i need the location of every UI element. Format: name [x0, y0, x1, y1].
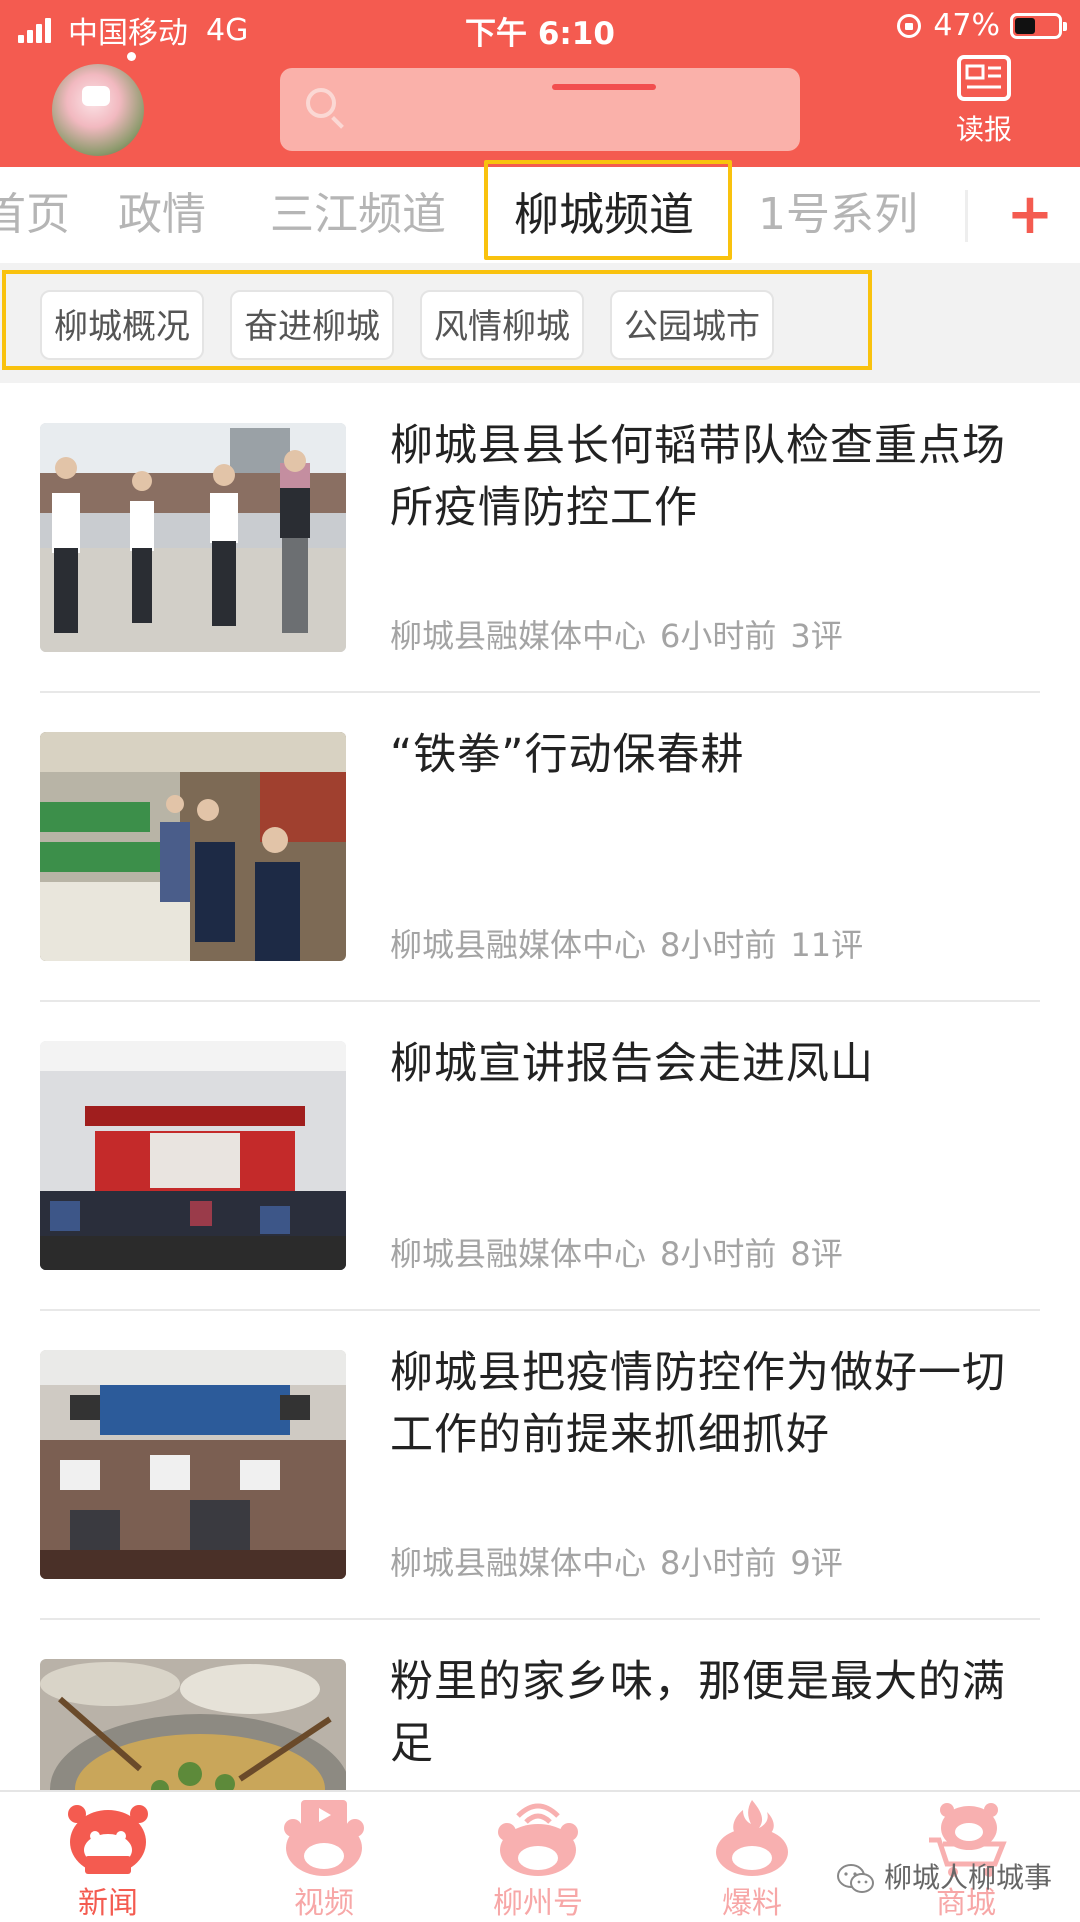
- news-time: 8小时前: [660, 926, 777, 964]
- add-channel-button[interactable]: +: [1000, 180, 1060, 250]
- news-thumbnail: [40, 1350, 346, 1579]
- app-header: 中国移动 4G 下午 6:10 47% 读报: [0, 0, 1080, 167]
- newspaper-icon: [957, 55, 1011, 101]
- news-thumbnail: [40, 732, 346, 961]
- nav-news[interactable]: 新闻: [28, 1792, 188, 1922]
- news-comments: 9评: [790, 1544, 843, 1582]
- news-time: 8小时前: [660, 1544, 777, 1582]
- tiger-fire-icon: [716, 1800, 788, 1876]
- read-newspaper-button[interactable]: 读报: [944, 52, 1024, 162]
- news-meta: 柳城县融媒体中心 8小时前 11评: [390, 920, 877, 966]
- read-label: 读报: [955, 113, 1012, 146]
- news-comments: 11评: [790, 926, 864, 964]
- wechat-watermark: 柳城人柳城事: [836, 1856, 1052, 1896]
- news-item[interactable]: 柳城县县长何韬带队检查重点场所疫情防控工作 柳城县融媒体中心 6小时前 3评: [40, 383, 1040, 692]
- avatar[interactable]: [52, 64, 144, 156]
- nav-label: 爆料: [722, 1886, 782, 1921]
- wechat-icon: [837, 1864, 874, 1893]
- active-tab-highlight-box: [484, 160, 732, 260]
- news-title: 柳城县县长何韬带队检查重点场所疫情防控工作: [390, 421, 1006, 533]
- subcategory-highlight-box: [2, 270, 872, 370]
- nav-label: 新闻: [78, 1886, 138, 1921]
- search-bar[interactable]: [280, 68, 800, 153]
- nav-liuzhou-account[interactable]: 柳州号: [458, 1792, 618, 1922]
- tab-sanjiang[interactable]: 三江频道: [270, 167, 446, 263]
- news-source: 柳城县融媒体中心: [390, 926, 647, 964]
- status-bar: 中国移动 4G 下午 6:10 47%: [0, 0, 1080, 54]
- tab-home[interactable]: 首页: [0, 167, 70, 263]
- battery-percent: 47%: [933, 8, 1000, 43]
- news-thumbnail: [40, 1041, 346, 1270]
- news-source: 柳城县融媒体中心: [390, 1235, 647, 1273]
- news-title: 粉里的家乡味，那便是最大的满足: [390, 1657, 1006, 1769]
- news-time: 8小时前: [660, 1235, 777, 1273]
- news-item[interactable]: “铁拳”行动保春耕 柳城县融媒体中心 8小时前 11评: [40, 692, 1040, 1001]
- news-comments: 3评: [790, 617, 843, 655]
- watermark-text: 柳城人柳城事: [884, 1861, 1053, 1894]
- tab-politics[interactable]: 政情: [118, 167, 206, 263]
- battery-icon: [1010, 12, 1067, 39]
- nav-video[interactable]: 视频: [244, 1792, 404, 1922]
- news-meta: 柳城县融媒体中心 8小时前 8评: [390, 1229, 857, 1275]
- news-thumbnail: [40, 423, 346, 652]
- tiger-news-icon: [68, 1805, 148, 1874]
- search-input[interactable]: [360, 68, 784, 153]
- nav-tip-off[interactable]: 爆料: [672, 1792, 832, 1922]
- news-meta: 柳城县融媒体中心 6小时前 3评: [390, 611, 857, 657]
- news-title: “铁拳”行动保春耕: [390, 730, 745, 780]
- tiger-video-icon: [284, 1800, 364, 1876]
- news-title: 柳城宣讲报告会走进凤山: [390, 1039, 874, 1089]
- news-source: 柳城县融媒体中心: [390, 617, 647, 655]
- nav-label: 视频: [294, 1886, 354, 1921]
- news-source: 柳城县融媒体中心: [390, 1544, 647, 1582]
- news-item[interactable]: 粉里的家乡味，那便是最大的满足: [40, 1619, 1040, 1790]
- search-icon: [306, 88, 336, 118]
- tab-divider: [965, 190, 968, 242]
- nav-label: 柳州号: [493, 1886, 583, 1921]
- news-meta: 柳城县融媒体中心 8小时前 9评: [390, 1538, 857, 1584]
- news-comments: 8评: [790, 1235, 843, 1273]
- notification-dot: [127, 52, 136, 61]
- news-item[interactable]: 柳城县把疫情防控作为做好一切工作的前提来抓细抓好 柳城县融媒体中心 8小时前 9评: [40, 1310, 1040, 1619]
- rotation-lock-icon: [897, 13, 922, 38]
- news-title: 柳城县把疫情防控作为做好一切工作的前提来抓细抓好: [390, 1348, 1006, 1460]
- tab-series-1[interactable]: 1号系列: [758, 167, 918, 263]
- tiger-broadcast-icon: [498, 1803, 578, 1876]
- news-thumbnail: [40, 1659, 346, 1790]
- news-time: 6小时前: [660, 617, 777, 655]
- news-item[interactable]: 柳城宣讲报告会走进凤山 柳城县融媒体中心 8小时前 8评: [40, 1001, 1040, 1310]
- active-tab-indicator: [552, 84, 656, 90]
- news-list: 柳城县县长何韬带队检查重点场所疫情防控工作 柳城县融媒体中心 6小时前 3评 “铁拳…: [0, 383, 1080, 1790]
